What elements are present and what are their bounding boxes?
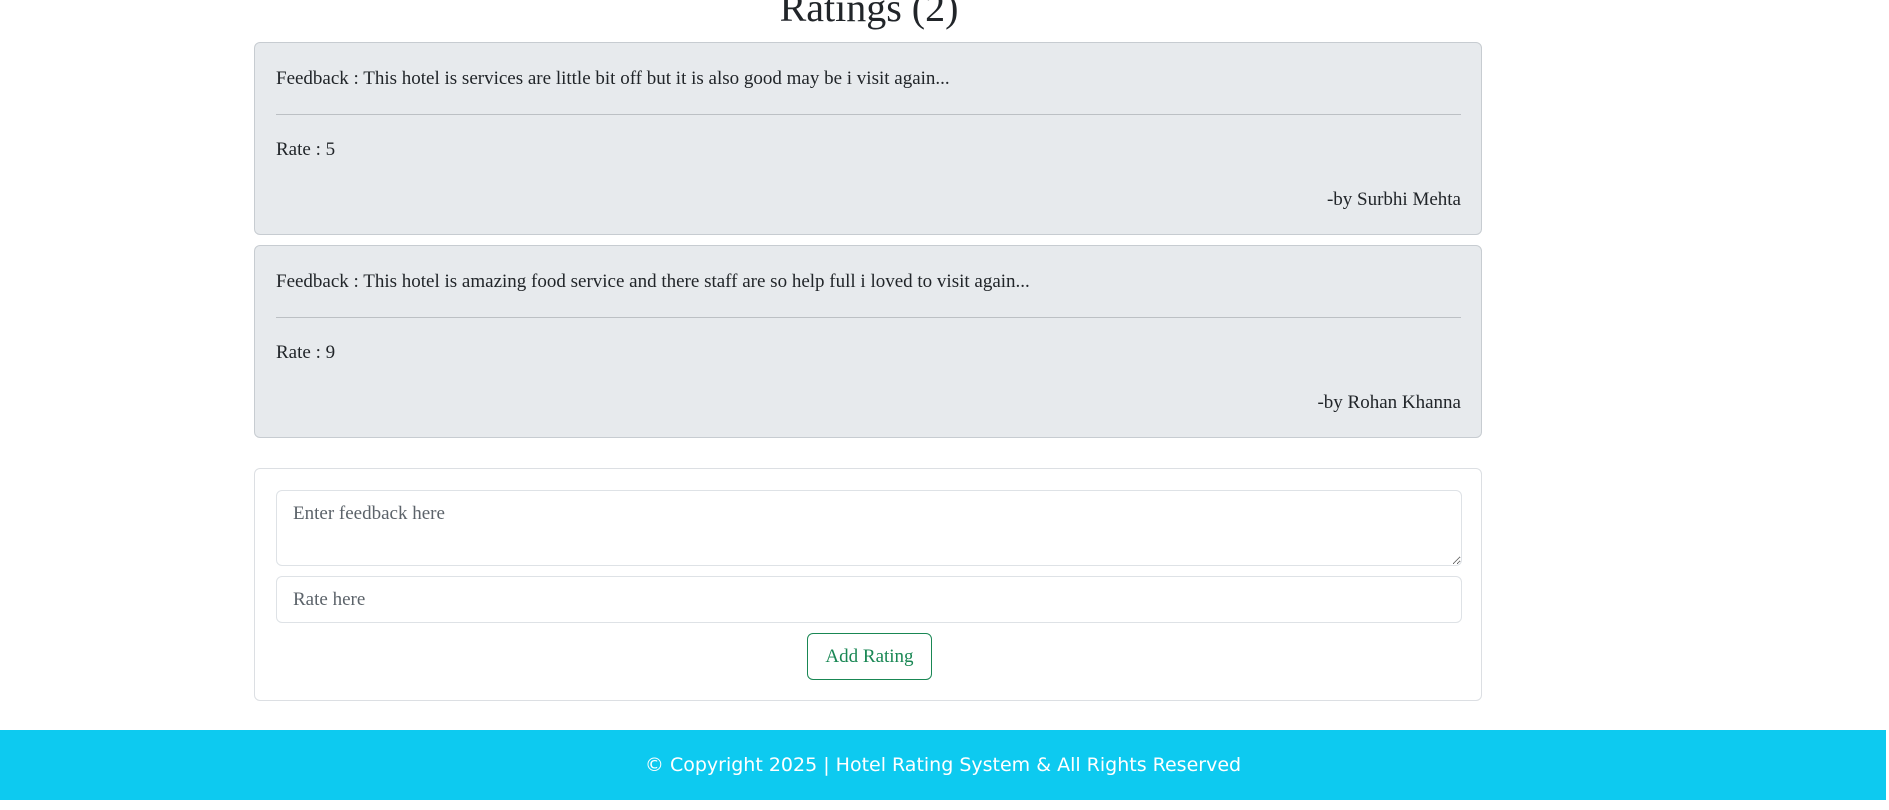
rating-value: Rate : 5 xyxy=(276,139,336,160)
footer-copyright: © Copyright 2025 | Hotel Rating System &… xyxy=(644,754,1242,776)
rating-value: Rate : 9 xyxy=(276,342,336,363)
ratings-heading: Ratings (2) xyxy=(779,0,959,30)
rate-input[interactable] xyxy=(276,576,1462,623)
add-rating-form: Add Rating xyxy=(254,468,1482,701)
rating-card: Feedback : This hotel is amazing food se… xyxy=(254,245,1482,438)
rating-divider xyxy=(276,317,1461,318)
rating-feedback: Feedback : This hotel is amazing food se… xyxy=(276,271,1030,292)
rating-author: -by Rohan Khanna xyxy=(1317,392,1461,413)
rating-author: -by Surbhi Mehta xyxy=(1326,189,1461,210)
feedback-input[interactable] xyxy=(276,490,1462,566)
add-rating-button[interactable]: Add Rating xyxy=(807,633,932,680)
rating-feedback: Feedback : This hotel is services are li… xyxy=(276,68,950,89)
rating-divider xyxy=(276,114,1461,115)
rating-card: Feedback : This hotel is services are li… xyxy=(254,42,1482,235)
page: Ratings (2) Feedback : This hotel is ser… xyxy=(0,0,1889,810)
footer: © Copyright 2025 | Hotel Rating System &… xyxy=(0,730,1886,800)
